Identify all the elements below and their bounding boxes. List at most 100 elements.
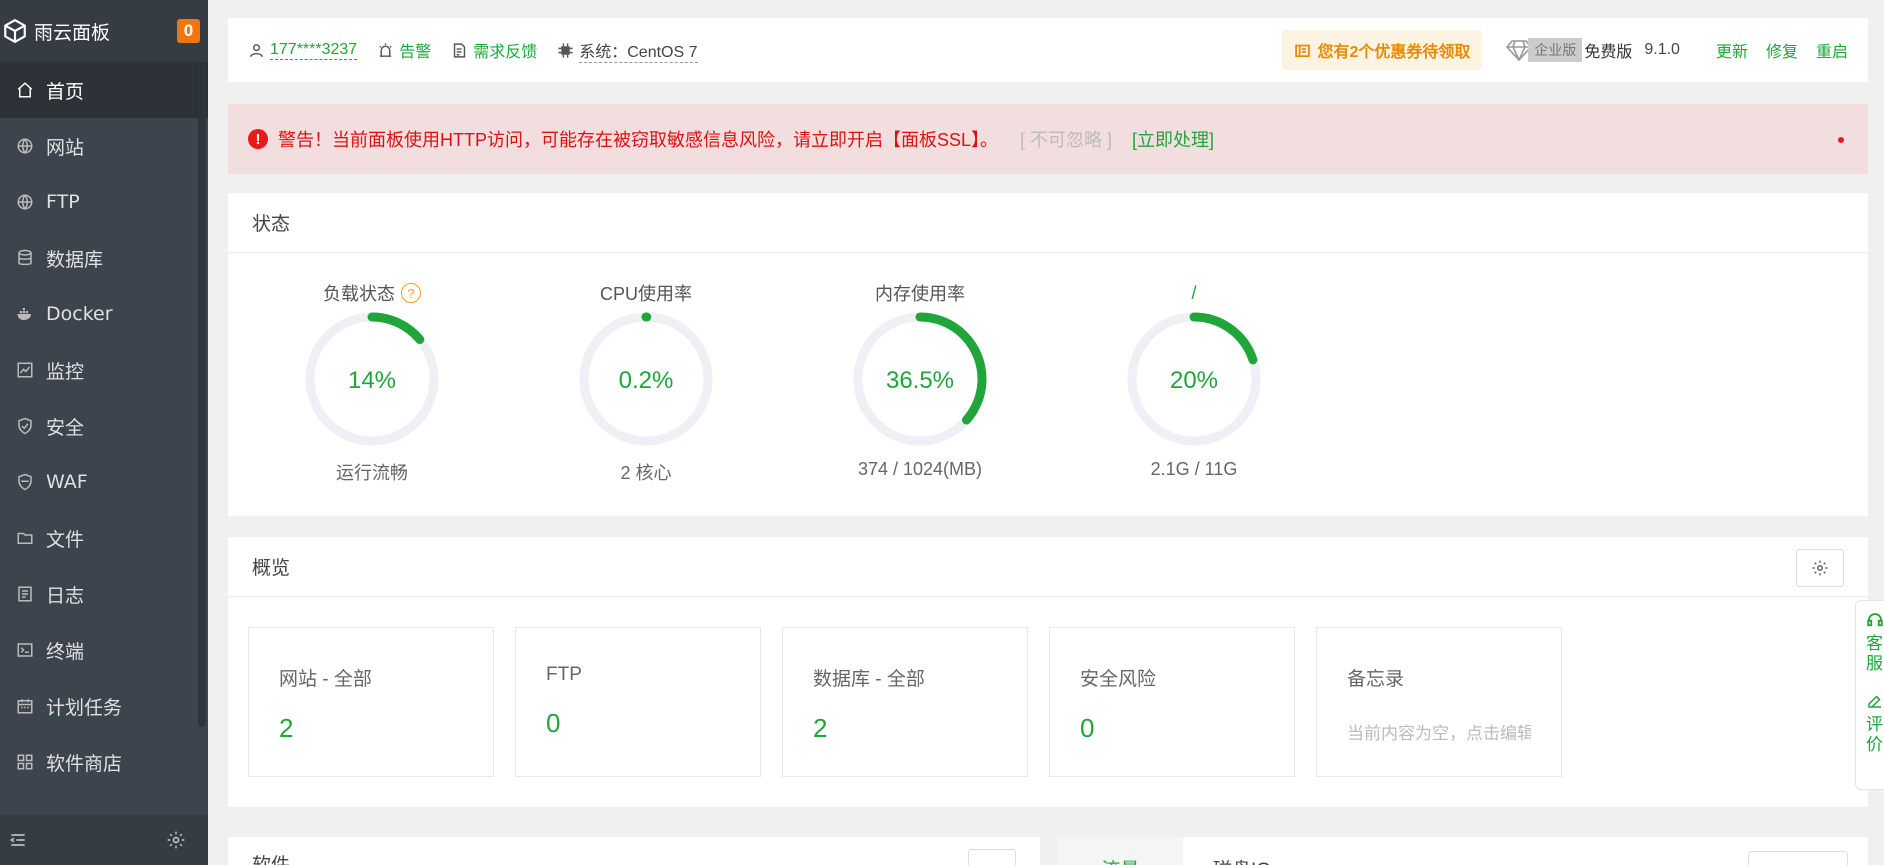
overview-settings-button[interactable] xyxy=(1796,549,1844,587)
system-info[interactable]: 系统：CentOS 7 xyxy=(557,38,698,63)
top-bar: 177****3237 告警 需求反馈 系统：CentOS 7 您有2个优惠券待… xyxy=(228,18,1868,82)
headset-icon xyxy=(1867,613,1883,627)
coupon-button[interactable]: 您有2个优惠券待领取 xyxy=(1282,30,1483,70)
disk-gauge[interactable]: / 20% 2.1G / 11G xyxy=(1114,281,1274,480)
restart-link[interactable]: 重启 xyxy=(1816,38,1848,62)
sidebar-item-logs[interactable]: 日志 xyxy=(0,566,208,622)
collapse-menu-icon[interactable] xyxy=(8,830,28,850)
overview-title: 概览 xyxy=(228,537,1868,597)
review-label: 评价 xyxy=(1866,715,1883,754)
globe-icon xyxy=(17,138,33,154)
shield-icon xyxy=(18,417,32,435)
brand-title: 雨云面板 xyxy=(34,21,111,44)
sidebar-item-label: 日志 xyxy=(46,584,85,607)
enterprise-badge[interactable]: 企业版 xyxy=(1528,38,1583,62)
tab-traffic[interactable]: 流量 xyxy=(1058,837,1183,865)
card-value[interactable]: 2 xyxy=(279,713,463,744)
gauge-title-text: 负载状态 xyxy=(323,284,395,304)
traffic-select[interactable] xyxy=(1748,851,1848,865)
sidebar-scrollbar[interactable] xyxy=(198,62,206,727)
waf-icon xyxy=(18,473,32,491)
feedback-icon xyxy=(454,42,466,58)
chip-icon xyxy=(558,42,573,58)
overview-card-security-risk[interactable]: 安全风险 0 xyxy=(1049,627,1295,777)
version-label: 9.1.0 xyxy=(1644,41,1680,58)
software-settings-button[interactable] xyxy=(968,849,1016,865)
home-icon xyxy=(17,82,33,98)
help-icon[interactable]: ? xyxy=(401,283,421,303)
sidebar-nav: 首页 网站 FTP 数据库 Docker 监控 安全 WAF 文件 日志 终端 … xyxy=(0,62,208,790)
user-account[interactable]: 177****3237 xyxy=(248,41,358,60)
gear-icon xyxy=(1812,560,1828,576)
alarm-link[interactable]: 告警 xyxy=(377,38,431,62)
update-link[interactable]: 更新 xyxy=(1716,38,1748,62)
apps-icon xyxy=(17,754,33,770)
sidebar-item-website[interactable]: 网站 xyxy=(0,118,208,174)
software-panel: 软件 xyxy=(228,837,1040,865)
system-label: 系统：CentOS 7 xyxy=(579,38,698,63)
card-value[interactable]: 0 xyxy=(1080,713,1264,744)
user-icon xyxy=(250,43,263,57)
sidebar-item-label: 软件商店 xyxy=(46,752,123,775)
overview-card-databases[interactable]: 数据库 - 全部 2 xyxy=(782,627,1028,777)
alarm-label: 告警 xyxy=(399,44,432,61)
floating-service-bar: 客服 评价 xyxy=(1855,600,1884,790)
user-phone[interactable]: 177****3237 xyxy=(270,41,358,60)
gauge-value: 36.5% xyxy=(886,367,954,394)
sidebar-item-label: 网站 xyxy=(46,136,85,159)
folder-icon xyxy=(17,532,33,544)
calendar-icon xyxy=(17,699,33,714)
sidebar-item-files[interactable]: 文件 xyxy=(0,510,208,566)
cpu-gauge[interactable]: CPU使用率 0.2% 2 核心 xyxy=(566,281,726,485)
gear-icon[interactable] xyxy=(166,830,186,850)
card-value[interactable]: 0 xyxy=(546,708,730,739)
feedback-link[interactable]: 需求反馈 xyxy=(451,38,537,62)
overview-card-websites[interactable]: 网站 - 全部 2 xyxy=(248,627,494,777)
sidebar-item-database[interactable]: 数据库 xyxy=(0,230,208,286)
load-gauge[interactable]: 负载状态 ? 14% 运行流畅 xyxy=(292,281,452,485)
overview-card-ftp[interactable]: FTP 0 xyxy=(515,627,761,777)
sidebar-item-label: 数据库 xyxy=(46,248,104,271)
sidebar-item-store[interactable]: 软件商店 xyxy=(0,734,208,790)
gauge-ring: 20% xyxy=(1127,312,1261,446)
memory-gauge[interactable]: 内存使用率 36.5% 374 / 1024(MB) xyxy=(840,281,1000,480)
sidebar-item-cron[interactable]: 计划任务 xyxy=(0,678,208,734)
alert-fix-link[interactable]: [立即处理] xyxy=(1132,126,1214,152)
sidebar-item-docker[interactable]: Docker xyxy=(0,286,208,342)
software-title: 软件 xyxy=(228,837,1040,865)
sidebar-item-terminal[interactable]: 终端 xyxy=(0,622,208,678)
customer-service-button[interactable]: 客服 xyxy=(1866,611,1884,674)
free-edition-label: 免费版 xyxy=(1584,44,1633,61)
sidebar-item-label: 文件 xyxy=(46,528,85,551)
gauge-title: CPU使用率 xyxy=(599,284,692,304)
sidebar-item-waf[interactable]: WAF xyxy=(0,454,208,510)
card-label: 备忘录 xyxy=(1347,669,1405,690)
sidebar-item-ftp[interactable]: FTP xyxy=(0,174,208,230)
gauge-sub: 2 核心 xyxy=(620,463,672,483)
database-icon xyxy=(18,249,32,266)
sidebar-item-label: 安全 xyxy=(46,416,85,439)
card-value[interactable]: 2 xyxy=(813,713,997,744)
tab-disk-io[interactable]: 磁盘IO xyxy=(1213,855,1271,865)
gauge-ring: 0.2% xyxy=(579,312,713,446)
sidebar: 雨云面板 0 首页 网站 FTP 数据库 Docker 监控 安全 WAF 文件… xyxy=(0,0,208,865)
edit-icon xyxy=(1868,695,1881,708)
card-label: 安全风险 xyxy=(1080,669,1157,690)
alert-ignore-label: [ 不可忽略 ] xyxy=(1020,130,1113,150)
monitor-icon xyxy=(17,362,33,378)
sidebar-item-label: 终端 xyxy=(46,640,85,663)
status-panel: 状态 负载状态 ? 14% 运行流畅 CPU使用率 0.2% 2 核心 内存使用… xyxy=(228,193,1868,516)
sidebar-item-monitor[interactable]: 监控 xyxy=(0,342,208,398)
overview-panel: 概览 网站 - 全部 2 FTP 0 数据库 - 全部 2 安全风险 0 备忘录… xyxy=(228,537,1868,807)
notification-badge[interactable]: 0 xyxy=(177,19,200,43)
overview-card-memo[interactable]: 备忘录 当前内容为空，点击编辑 xyxy=(1316,627,1562,777)
memo-hint[interactable]: 当前内容为空，点击编辑 xyxy=(1347,719,1531,744)
sidebar-item-home[interactable]: 首页 xyxy=(0,62,208,118)
top-bar-right: 您有2个优惠券待领取 企业版 免费版 9.1.0 更新 修复 重启 xyxy=(1282,30,1848,70)
ssl-warning-alert: ! 警告！当前面板使用HTTP访问，可能存在被窃取敏感信息风险，请立即开启【面板… xyxy=(228,104,1868,174)
review-button[interactable]: 评价 xyxy=(1866,692,1884,755)
traffic-panel: 流量 磁盘IO xyxy=(1058,837,1868,865)
gauge-value: 14% xyxy=(348,367,396,394)
repair-link[interactable]: 修复 xyxy=(1766,38,1798,62)
sidebar-item-security[interactable]: 安全 xyxy=(0,398,208,454)
